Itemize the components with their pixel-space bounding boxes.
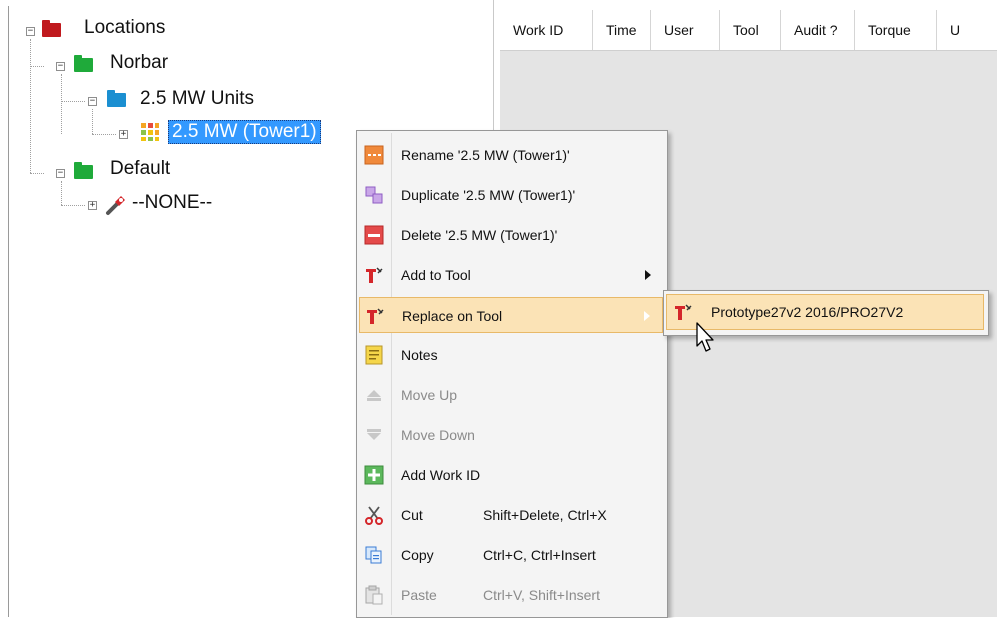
column-header-torque[interactable]: Torque xyxy=(855,10,937,50)
tree-connector xyxy=(30,39,31,173)
menu-item-label: Cut xyxy=(401,507,423,523)
menu-item-label: Rename '2.5 MW (Tower1)' xyxy=(401,147,570,163)
menu-item-label: Copy xyxy=(401,547,434,563)
tree-connector xyxy=(92,134,116,135)
expander-collapse[interactable]: − xyxy=(26,27,35,36)
tree-connector xyxy=(61,205,85,206)
submenu-arrow-icon xyxy=(644,311,650,321)
folder-icon xyxy=(74,162,93,179)
mouse-cursor-icon xyxy=(696,322,716,354)
folder-icon xyxy=(74,55,93,72)
menu-item-label: Move Up xyxy=(401,387,458,403)
menu-item-delete[interactable]: Delete '2.5 MW (Tower1)' xyxy=(359,217,663,253)
copy-icon xyxy=(364,545,384,565)
menu-item-cut[interactable]: Cut Shift+Delete, Ctrl+X xyxy=(359,497,663,533)
menu-item-shortcut: Shift+Delete, Ctrl+X xyxy=(483,507,607,523)
menu-item-copy[interactable]: Copy Ctrl+C, Ctrl+Insert xyxy=(359,537,663,573)
tree-connector xyxy=(61,74,62,134)
tree-node-none[interactable]: --NONE-- xyxy=(132,192,212,214)
column-header-user[interactable]: User xyxy=(651,10,720,50)
scissors-icon xyxy=(364,505,384,525)
menu-item-add-to-tool[interactable]: Add to Tool xyxy=(359,257,663,293)
grid-header: Work ID Time User Tool Audit ? Torque U xyxy=(500,10,997,51)
menu-item-shortcut: Ctrl+V, Shift+Insert xyxy=(483,587,600,603)
menu-item-label: Duplicate '2.5 MW (Tower1)' xyxy=(401,187,576,203)
menu-item-rename[interactable]: Rename '2.5 MW (Tower1)' xyxy=(359,137,663,173)
submenu-item-label: Prototype27v2 2016/PRO27V2 xyxy=(711,304,904,320)
duplicate-icon xyxy=(364,185,384,205)
menu-item-paste[interactable]: Paste Ctrl+V, Shift+Insert xyxy=(359,577,663,613)
context-menu: Rename '2.5 MW (Tower1)' Duplicate '2.5 … xyxy=(356,130,668,618)
tree-connector xyxy=(61,181,62,205)
expander-expand[interactable]: + xyxy=(119,130,128,139)
folder-icon xyxy=(107,90,126,107)
move-up-icon xyxy=(364,385,384,405)
tool-icon xyxy=(365,306,385,326)
column-header-tool[interactable]: Tool xyxy=(720,10,781,50)
add-icon xyxy=(364,465,384,485)
menu-item-label: Replace on Tool xyxy=(402,308,503,324)
notes-icon xyxy=(364,345,384,365)
grid-icon xyxy=(140,122,160,142)
menu-item-replace-on-tool[interactable]: Replace on Tool xyxy=(359,297,663,333)
tree-node-locations[interactable]: Locations xyxy=(84,17,165,39)
menu-item-label: Add to Tool xyxy=(401,267,471,283)
menu-item-label: Paste xyxy=(401,587,437,603)
rename-icon xyxy=(364,145,384,165)
tree-node-default[interactable]: Default xyxy=(110,158,170,180)
expander-collapse[interactable]: − xyxy=(56,169,65,178)
wrench-icon xyxy=(105,194,127,216)
tool-icon xyxy=(673,302,693,322)
menu-item-label: Add Work ID xyxy=(401,467,481,483)
paste-icon xyxy=(364,585,384,605)
tree-connector xyxy=(30,66,44,67)
menu-item-label: Move Down xyxy=(401,427,475,443)
expander-collapse[interactable]: − xyxy=(88,97,97,106)
tree-connector xyxy=(30,173,44,174)
tree-connector xyxy=(61,101,85,102)
menu-item-label: Notes xyxy=(401,347,438,363)
tree-node-units[interactable]: 2.5 MW Units xyxy=(140,88,254,110)
folder-icon xyxy=(42,20,61,37)
column-header-u[interactable]: U xyxy=(937,10,997,50)
column-header-audit[interactable]: Audit ? xyxy=(781,10,855,50)
menu-item-label: Delete '2.5 MW (Tower1)' xyxy=(401,227,558,243)
column-header-work-id[interactable]: Work ID xyxy=(500,10,593,50)
column-header-time[interactable]: Time xyxy=(593,10,651,50)
tree-node-norbar[interactable]: Norbar xyxy=(110,52,168,74)
menu-item-notes[interactable]: Notes xyxy=(359,337,663,373)
tree-connector xyxy=(92,109,93,134)
tree-node-tower1-selected[interactable]: 2.5 MW (Tower1) xyxy=(168,120,321,144)
expander-expand[interactable]: + xyxy=(88,201,97,210)
move-down-icon xyxy=(364,425,384,445)
menu-item-move-down[interactable]: Move Down xyxy=(359,417,663,453)
menu-item-move-up[interactable]: Move Up xyxy=(359,377,663,413)
submenu-arrow-icon xyxy=(645,270,651,280)
expander-collapse[interactable]: − xyxy=(56,62,65,71)
menu-item-duplicate[interactable]: Duplicate '2.5 MW (Tower1)' xyxy=(359,177,663,213)
tree-border xyxy=(8,6,9,617)
delete-icon xyxy=(364,225,384,245)
menu-item-shortcut: Ctrl+C, Ctrl+Insert xyxy=(483,547,596,563)
menu-item-add-work-id[interactable]: Add Work ID xyxy=(359,457,663,493)
tool-icon xyxy=(364,265,384,285)
